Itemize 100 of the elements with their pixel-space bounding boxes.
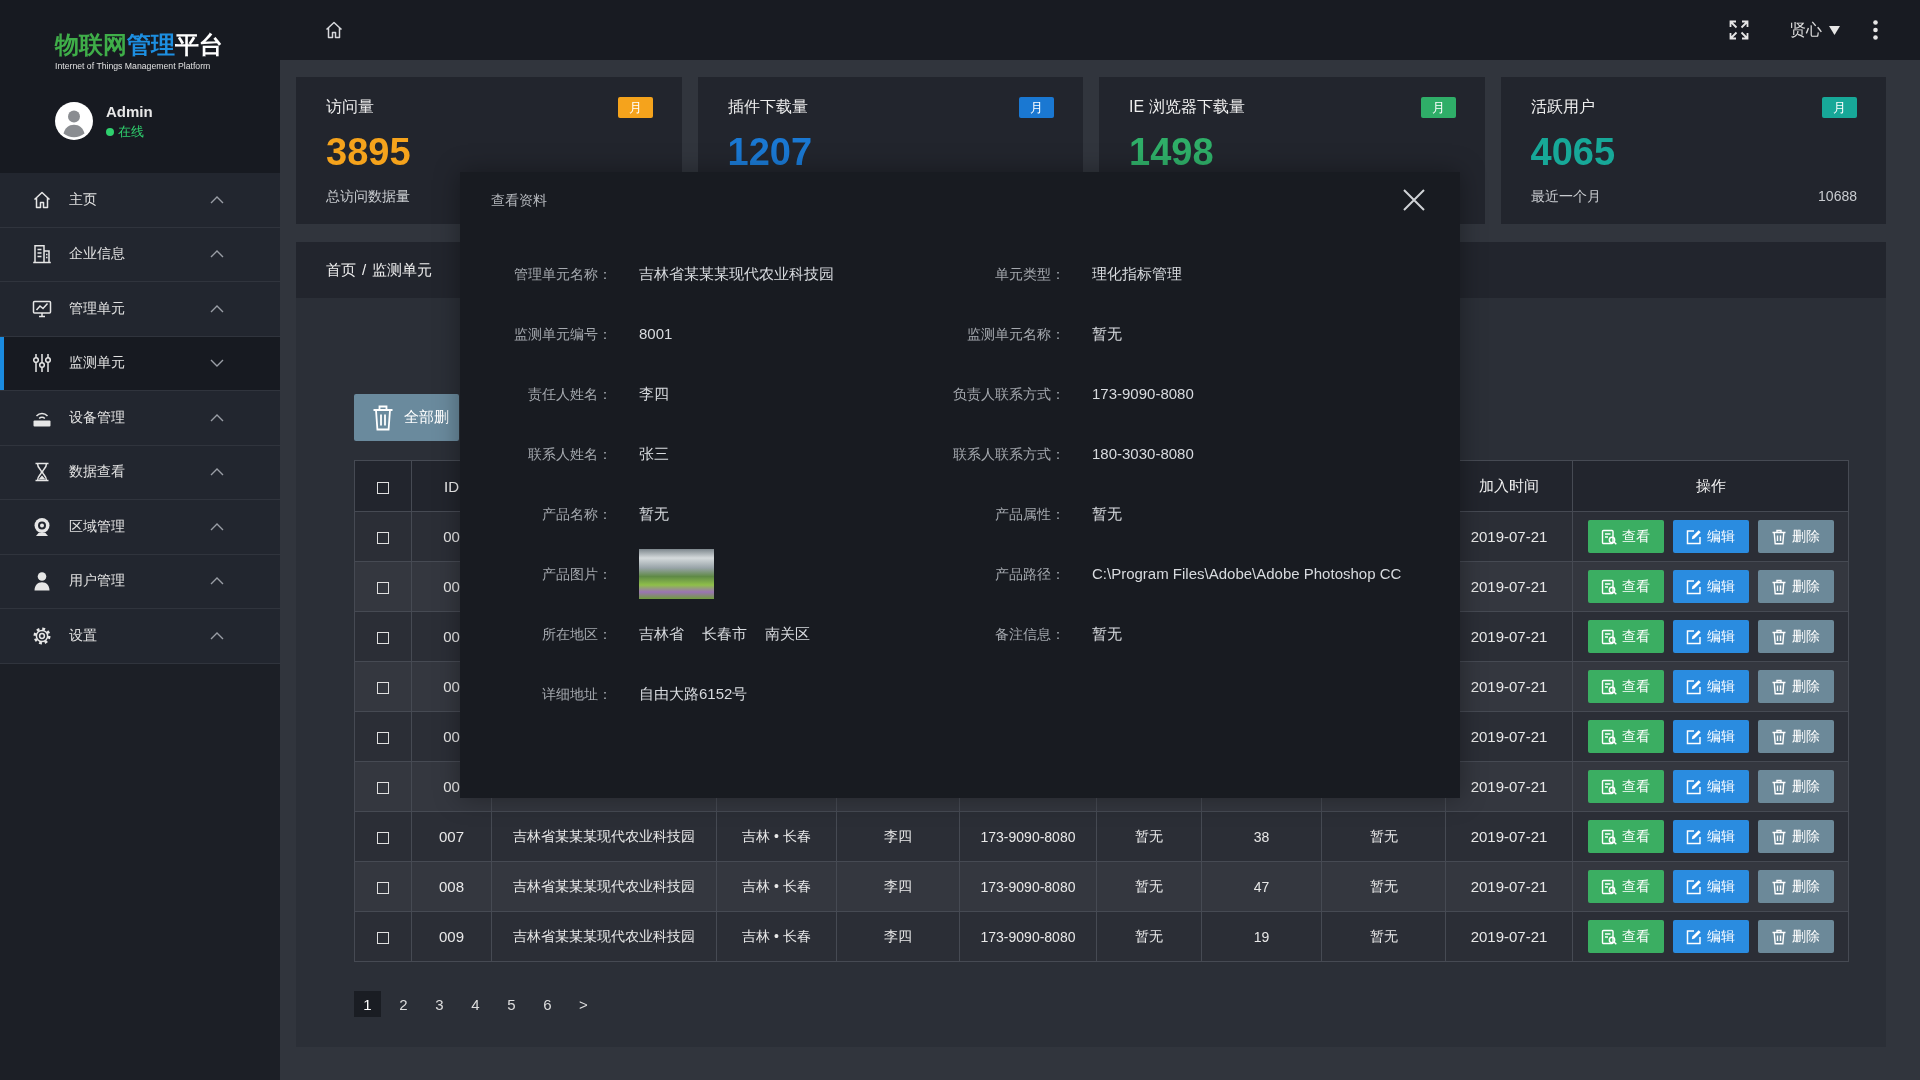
page-button[interactable]: 1 [354,991,381,1017]
sidebar-item[interactable]: 管理单元 [0,282,280,337]
edit-button[interactable]: 编辑 [1672,620,1749,653]
table-cell: 173-9090-8080 [959,811,1097,862]
delete-button[interactable]: 删除 [1757,770,1834,803]
field-value: 长春市 [702,624,747,644]
checkbox[interactable] [377,881,389,894]
checkbox[interactable] [377,681,389,694]
sidebar-item[interactable]: 用户管理 [0,554,280,609]
edit-button[interactable]: 编辑 [1672,520,1749,553]
more-icon[interactable] [1873,20,1878,40]
logo-title: 物联网管理平台 [55,30,223,60]
expand-icon[interactable] [1729,20,1749,40]
field-label: 详细地址： [542,685,612,704]
table-cell: 李四 [836,911,960,962]
delete-button[interactable]: 删除 [1757,870,1834,903]
home-icon[interactable] [324,20,344,40]
field-value: 173-9090-8080 [1092,384,1194,404]
period-badge: 月 [1420,96,1456,118]
trash-icon [1771,578,1787,595]
edit-button[interactable]: 编辑 [1672,720,1749,753]
view-button[interactable]: 查看 [1587,620,1664,653]
table-cell: 暂无 [1096,861,1202,912]
sidebar-item[interactable]: 区域管理 [0,500,280,555]
breadcrumb-separator: / [362,260,367,280]
edit-icon [1686,628,1702,645]
field-value: 180-3030-8080 [1092,444,1194,464]
field-value: 李四 [639,384,669,404]
field-value: 自由大路6152号 [639,684,748,704]
table-cell: 173-9090-8080 [959,861,1097,912]
sidebar-item[interactable]: 监测单元 [0,336,280,391]
document-search-icon [1601,578,1617,595]
page-button[interactable]: 2 [390,991,417,1017]
user-icon [32,571,52,592]
view-button[interactable]: 查看 [1587,520,1664,553]
table-cell: 李四 [836,811,960,862]
checkbox[interactable] [377,831,389,844]
edit-button[interactable]: 编辑 [1672,870,1749,903]
delete-button[interactable]: 删除 [1757,520,1834,553]
delete-button[interactable]: 删除 [1757,820,1834,853]
delete-all-button[interactable]: 全部删 [354,394,459,441]
view-button[interactable]: 查看 [1587,820,1664,853]
page-button[interactable]: 5 [498,991,525,1017]
webcam-icon [32,516,52,537]
delete-button[interactable]: 删除 [1757,570,1834,603]
sidebar-item[interactable]: 设置 [0,609,280,664]
close-icon[interactable] [1403,189,1425,211]
edit-button[interactable]: 编辑 [1672,670,1749,703]
trash-icon [1771,778,1787,795]
checkbox[interactable] [377,531,389,544]
field-value: 张三 [639,444,669,464]
sidebar-item[interactable]: 数据查看 [0,445,280,500]
view-button[interactable]: 查看 [1587,920,1664,953]
table-cell: 吉林省某某某现代农业科技园 [491,811,717,862]
view-button[interactable]: 查看 [1587,770,1664,803]
table-cell: 007 [411,811,492,862]
next-page-button[interactable]: > [570,991,597,1017]
table-cell: 李四 [836,861,960,912]
sidebar-item[interactable]: 主页 [0,173,280,228]
document-search-icon [1601,878,1617,895]
view-button[interactable]: 查看 [1587,670,1664,703]
field-value: 暂无 [1092,324,1122,344]
breadcrumb-link[interactable]: 首页 [326,260,356,280]
delete-button[interactable]: 删除 [1757,920,1834,953]
field-label: 产品图片： [542,565,612,584]
edit-button[interactable]: 编辑 [1672,920,1749,953]
page-button[interactable]: 6 [534,991,561,1017]
view-button[interactable]: 查看 [1587,870,1664,903]
sidebar-item[interactable]: 企业信息 [0,227,280,282]
delete-button[interactable]: 删除 [1757,720,1834,753]
field-value: C:\Program Files\Adobe\Adobe Photoshop CC [1092,564,1402,584]
checkbox[interactable] [377,931,389,944]
table-cell: 19 [1201,911,1322,962]
sidebar-item[interactable]: 设备管理 [0,391,280,446]
document-search-icon [1601,528,1617,545]
table-cell: 吉林省某某某现代农业科技园 [491,861,717,912]
edit-icon [1686,828,1702,845]
edit-button[interactable]: 编辑 [1672,770,1749,803]
view-button[interactable]: 查看 [1587,720,1664,753]
user-dropdown[interactable]: 贤心 [1790,19,1840,41]
page-button[interactable]: 3 [426,991,453,1017]
checkbox[interactable] [377,731,389,744]
delete-button[interactable]: 删除 [1757,620,1834,653]
field-label: 备注信息： [995,625,1065,644]
view-button[interactable]: 查看 [1587,570,1664,603]
checkbox[interactable] [377,581,389,594]
edit-icon [1686,728,1702,745]
checkbox[interactable] [377,781,389,794]
table-cell: 173-9090-8080 [959,911,1097,962]
checkbox[interactable] [377,631,389,644]
edit-button[interactable]: 编辑 [1672,820,1749,853]
edit-button[interactable]: 编辑 [1672,570,1749,603]
page-button[interactable]: 4 [462,991,489,1017]
trash-icon [372,404,394,431]
document-search-icon [1601,678,1617,695]
delete-button[interactable]: 删除 [1757,670,1834,703]
checkbox[interactable] [377,481,389,494]
table-cell: 暂无 [1321,811,1446,862]
breadcrumb-current: 监测单元 [372,260,433,280]
field-label: 产品名称： [542,505,612,524]
